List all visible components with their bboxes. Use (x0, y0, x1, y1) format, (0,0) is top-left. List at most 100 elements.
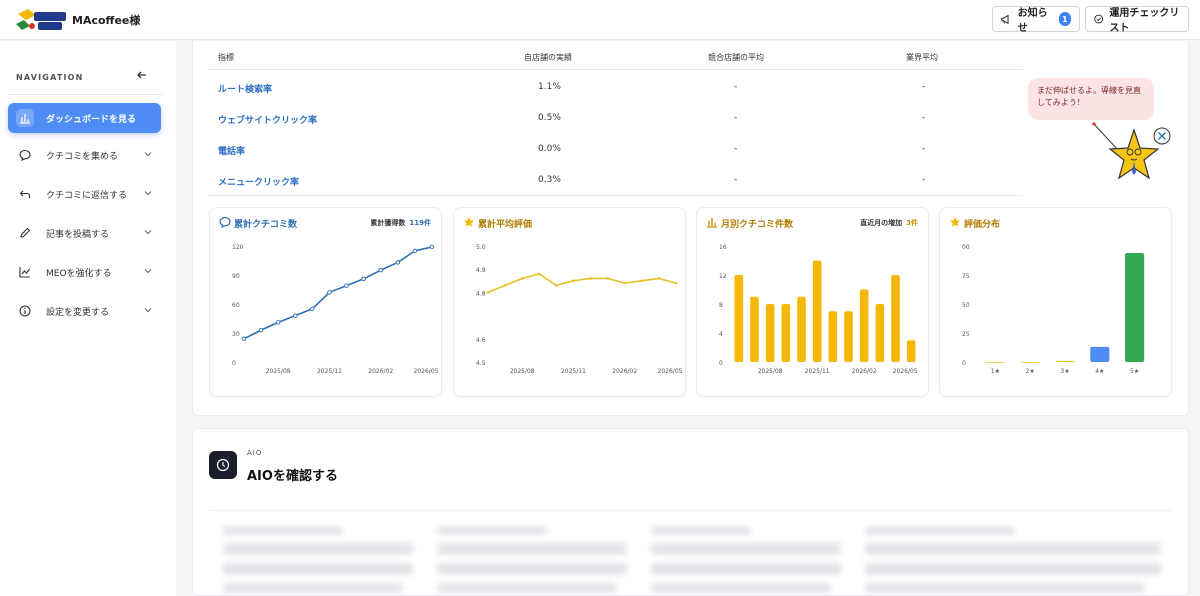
aio-divider (209, 510, 1171, 511)
data-point (486, 291, 490, 294)
bar (828, 311, 838, 362)
data-point (395, 260, 401, 265)
rating-distribution-card: 評価分布 0 25 50 75 00 1★ 2★ 3★ 4★ 5★ (939, 207, 1172, 397)
own-value: 0.5% (538, 113, 561, 123)
y-tick-label: 8 (719, 302, 723, 309)
own-value: 0.0% (538, 144, 561, 154)
monthly-reviews-chart: 0 4 8 12 16 2025/08 2025/11 2026/02 2026/05 (719, 244, 918, 375)
sidebar-item-label: クチコミを集める (46, 151, 119, 162)
y-tick-label: 120 (232, 244, 244, 251)
data-point (520, 277, 524, 280)
bar (844, 311, 853, 362)
y-tick-label: 0 (962, 360, 966, 367)
column-header: 業界平均 (906, 53, 938, 62)
notification-count-badge: 1 (1058, 12, 1072, 26)
data-point (674, 281, 678, 285)
metrics-table-header: 指標 自店舗の実績 競合店舗の平均 業界平均 (208, 44, 1023, 70)
industry-value: - (922, 144, 926, 154)
bar (812, 260, 822, 362)
y-tick-label: 4.6 (476, 337, 486, 344)
column-header: 指標 (218, 53, 234, 62)
metric-label[interactable]: ルート検索率 (218, 82, 272, 95)
aio-title[interactable]: AIOを確認する (247, 465, 338, 484)
sidebar-item-meo[interactable]: MEOを強化する (8, 257, 161, 287)
notification-label: お知らせ (1017, 8, 1048, 34)
data-point (361, 276, 366, 282)
cumulative-reviews-chart: 0 30 60 90 120 2025/08 2025/11 2026/02 2026/05 (232, 244, 439, 375)
x-tick-label: 2026/02 (852, 368, 877, 375)
data-point (412, 248, 418, 254)
competitor-value: - (734, 113, 738, 123)
data-point (606, 277, 609, 280)
x-tick-label: 2025/11 (317, 368, 342, 375)
y-tick-label: 90 (232, 273, 240, 280)
competitor-value: - (734, 144, 738, 154)
competitor-value: - (734, 82, 738, 92)
y-tick-label: 0 (232, 360, 236, 367)
sidebar-item-collect-reviews[interactable]: クチコミを集める (8, 140, 161, 170)
bar (781, 304, 791, 362)
average-rating-chart: 4.5 4.6 4.8 4.9 5.0 2025/08 2025/11 2026/02 2026… (476, 244, 683, 375)
data-point (503, 284, 507, 287)
bar (1125, 252, 1145, 362)
chevron-down-icon (144, 152, 152, 157)
x-tick-label: 2025/11 (561, 368, 586, 375)
data-point (429, 244, 435, 250)
y-tick-label: 50 (962, 302, 970, 309)
aio-loading-placeholder (865, 523, 1165, 596)
sidebar-item-label: MEOを強化する (46, 268, 112, 279)
checklist-button[interactable]: 運用チェックリスト (1085, 6, 1189, 34)
bar (765, 304, 775, 362)
sidebar-item-label: 設定を変更する (46, 307, 110, 318)
series-line (243, 246, 433, 340)
bar (1055, 360, 1075, 362)
y-tick-label: 4.8 (476, 290, 486, 297)
sidebar-item-dashboard[interactable]: ダッシュボードを見る (8, 103, 161, 133)
chevron-down-icon (144, 230, 152, 235)
megaphone-icon (1001, 14, 1009, 25)
x-tick-label: 2025/08 (510, 368, 535, 375)
sidebar-item-reply-reviews[interactable]: クチコミに返信する (8, 179, 161, 209)
aio-loading-placeholder (223, 523, 419, 596)
rating-distribution-chart: 0 25 50 75 00 1★ 2★ 3★ 4★ 5★ (962, 244, 1145, 375)
y-tick-label: 4 (719, 331, 723, 338)
notification-button[interactable]: お知らせ 1 (992, 6, 1080, 34)
bar (1020, 362, 1040, 363)
bar (906, 340, 916, 362)
y-tick-label: 0 (719, 360, 723, 367)
table-row: ルート検索率 1.1% - - (208, 72, 1023, 103)
brand-name: MAcoffee様 (72, 14, 141, 27)
metric-label[interactable]: ウェブサイトクリック率 (218, 113, 317, 126)
trend-icon (16, 263, 34, 281)
bar (875, 304, 885, 362)
column-header: 競合店舗の平均 (708, 53, 764, 62)
nav-divider (8, 94, 162, 95)
chevron-down-icon (144, 191, 152, 196)
data-point (589, 277, 592, 280)
y-tick-label: 4.9 (476, 267, 486, 274)
arrow-left-icon[interactable] (136, 69, 148, 81)
data-point (623, 281, 627, 285)
metric-label[interactable]: 電話率 (218, 144, 245, 157)
data-point (657, 277, 661, 280)
table-row: メニュークリック率 0.3% - - (208, 165, 1023, 196)
bar (985, 362, 1005, 363)
data-point (310, 306, 315, 312)
industry-value: - (922, 82, 926, 92)
sidebar-item-settings[interactable]: 設定を変更する (8, 296, 161, 326)
x-tick-label: 5★ (1130, 368, 1139, 375)
data-point (275, 320, 281, 325)
top-header: MAcoffee様 お知らせ 1 運用チェックリスト (0, 0, 1200, 40)
metric-label[interactable]: メニュークリック率 (218, 175, 299, 188)
x-tick-label: 2026/05 (893, 368, 918, 375)
sidebar-item-label: クチコミに返信する (46, 190, 128, 201)
star-mascot-icon (1092, 122, 1171, 180)
y-tick-label: 60 (232, 302, 240, 309)
x-tick-label: 2★ (1026, 368, 1035, 375)
brand-logo (16, 9, 66, 30)
data-point (327, 290, 332, 295)
x-tick-label: 2026/02 (612, 368, 637, 375)
x-tick-label: 2026/05 (414, 368, 439, 375)
sidebar-item-post-article[interactable]: 記事を投稿する (8, 218, 161, 248)
mascot-speech-bubble: まだ伸ばせるよ。導線を見直してみよう！ (1028, 78, 1154, 120)
